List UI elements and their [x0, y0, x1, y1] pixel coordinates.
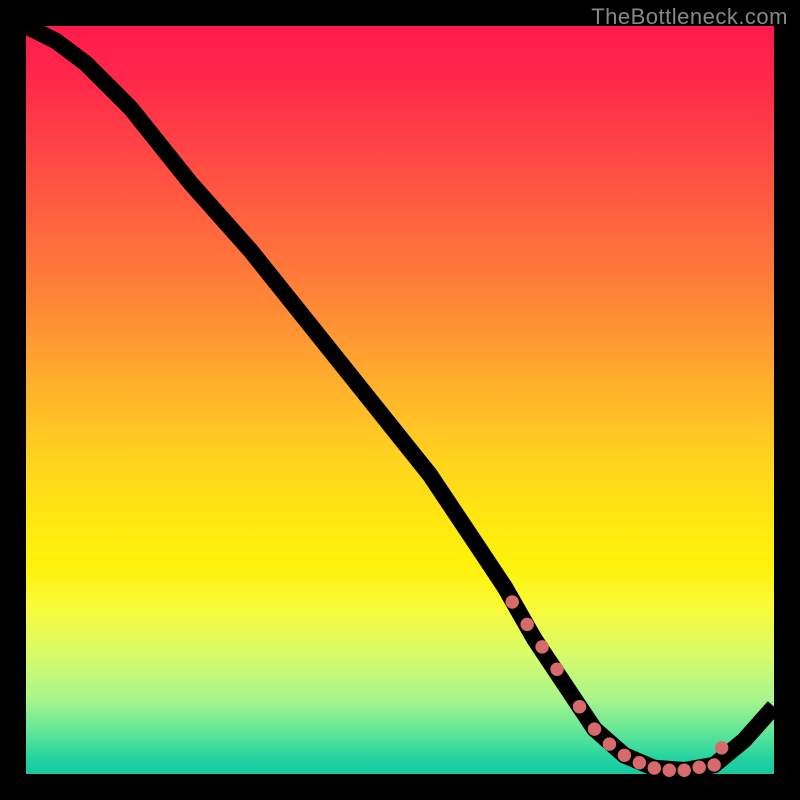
marker-dot: [633, 756, 646, 769]
chart-plot-area: [26, 26, 774, 774]
marker-dot: [550, 663, 563, 676]
marker-dot: [588, 722, 601, 735]
chart-svg: [26, 26, 774, 774]
marker-dot: [678, 764, 691, 777]
marker-dot: [505, 595, 518, 608]
marker-dot: [603, 737, 616, 750]
marker-dot: [663, 764, 676, 777]
marker-dot: [618, 749, 631, 762]
marker-dot: [692, 761, 705, 774]
marker-dot: [520, 618, 533, 631]
bottleneck-curve: [26, 26, 774, 770]
marker-dot: [535, 640, 548, 653]
marker-dot: [573, 700, 586, 713]
marker-dot: [715, 741, 728, 754]
marker-dot: [707, 758, 720, 771]
marker-dot: [648, 761, 661, 774]
attribution-label: TheBottleneck.com: [591, 4, 788, 30]
